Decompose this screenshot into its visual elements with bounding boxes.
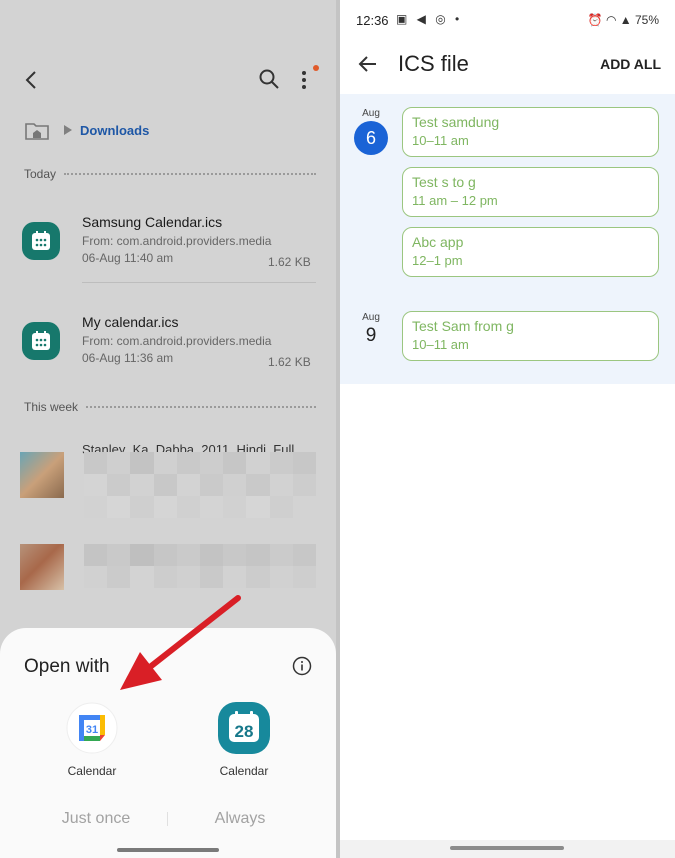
- breadcrumb-downloads[interactable]: Downloads: [80, 123, 149, 138]
- open-with-sheet: Open with 31 Calendar 28 Calendar Just o…: [0, 628, 336, 858]
- calendar-file-icon: [22, 222, 60, 260]
- event-time: 11 am – 12 pm: [412, 193, 498, 208]
- file-date: 06-Aug 11:36 am: [82, 351, 174, 365]
- file-row[interactable]: Samsung Calendar.ics From: com.android.p…: [0, 214, 336, 312]
- day-month: Aug: [362, 312, 380, 323]
- event-title: Test Sam from g: [412, 318, 514, 334]
- event-time: 12–1 pm: [412, 253, 463, 268]
- section-label: Today: [24, 167, 57, 181]
- calendar-day-number: 28: [235, 722, 254, 741]
- add-all-button[interactable]: ADD ALL: [600, 56, 661, 72]
- home-folder-icon[interactable]: [24, 119, 50, 141]
- row-divider: [82, 282, 316, 283]
- file-source: From: com.android.providers.media: [82, 334, 272, 348]
- just-once-button[interactable]: Just once: [26, 810, 166, 828]
- event-title: Test s to g: [412, 174, 476, 190]
- gesture-nav-bar[interactable]: [450, 846, 564, 850]
- search-icon[interactable]: [258, 68, 280, 90]
- screen: Downloads Today Samsung Calendar.ics Fro…: [0, 0, 675, 858]
- section-today: Today: [24, 166, 316, 182]
- samsung-calendar-icon: 28: [218, 702, 270, 754]
- event-card[interactable]: Test samdung 10–11 am: [402, 107, 659, 157]
- event-card[interactable]: Test s to g 11 am – 12 pm: [402, 167, 659, 217]
- file-name: My calendar.ics: [82, 314, 179, 330]
- event-card[interactable]: Test Sam from g 10–11 am: [402, 311, 659, 361]
- section-this-week: This week: [24, 399, 316, 415]
- file-date: 06-Aug 11:40 am: [82, 251, 174, 265]
- action-separator: [167, 812, 168, 826]
- open-with-samsung-calendar[interactable]: 28 Calendar: [194, 702, 294, 784]
- breadcrumb: Downloads: [24, 116, 149, 144]
- top-bar: [0, 0, 336, 110]
- status-bar: 12:36 ▣ ◀ ◎ • ⏰ ◠ ▲ 75%: [340, 0, 675, 40]
- gesture-nav-bar[interactable]: [117, 848, 219, 852]
- sheet-actions: Just once Always: [0, 810, 336, 830]
- file-size: 1.62 KB: [268, 355, 311, 369]
- blurred-details: [84, 452, 316, 518]
- calendar-day-number: 31: [86, 724, 98, 736]
- notification-dot: [313, 65, 319, 71]
- section-label: This week: [24, 400, 79, 414]
- google-calendar-icon: 31: [66, 702, 118, 754]
- file-size: 1.62 KB: [268, 255, 311, 269]
- calendar-file-icon: [22, 322, 60, 360]
- day-number: 9: [365, 325, 377, 346]
- status-time: 12:36: [356, 13, 389, 28]
- back-arrow-icon[interactable]: [358, 54, 378, 74]
- day-header: Aug 6: [352, 108, 390, 155]
- section-divider: [64, 173, 316, 175]
- info-icon[interactable]: [292, 656, 312, 676]
- page-title: ICS file: [398, 51, 469, 76]
- event-title: Abc app: [412, 234, 464, 250]
- day-month: Aug: [362, 108, 380, 119]
- app-label: Calendar: [67, 764, 117, 778]
- always-button[interactable]: Always: [170, 810, 310, 828]
- section-divider: [86, 406, 316, 408]
- event-card[interactable]: Abc app 12–1 pm: [402, 227, 659, 277]
- app-bar: ICS file ADD ALL: [340, 40, 675, 92]
- status-system-icons: ⏰ ◠ ▲ 75%: [587, 13, 659, 27]
- sheet-title: Open with: [24, 656, 110, 677]
- status-notification-icons: ▣ ◀ ◎ •: [396, 12, 463, 26]
- day-header: Aug 9: [352, 312, 390, 347]
- blurred-details: [84, 544, 316, 588]
- more-options-icon[interactable]: [298, 68, 310, 92]
- file-manager-pane: Downloads Today Samsung Calendar.ics Fro…: [0, 0, 336, 858]
- breadcrumb-separator-icon: [64, 125, 72, 135]
- event-time: 10–11 am: [412, 133, 469, 148]
- event-list: Aug 6 Test samdung 10–11 am Test s to g …: [340, 94, 675, 384]
- image-thumbnail: [20, 544, 64, 590]
- file-source: From: com.android.providers.media: [82, 234, 272, 248]
- open-with-google-calendar[interactable]: 31 Calendar: [42, 702, 142, 784]
- day-number-today: 6: [354, 121, 388, 155]
- file-row[interactable]: [0, 544, 336, 624]
- app-label: Calendar: [219, 764, 269, 778]
- file-name: Samsung Calendar.ics: [82, 214, 223, 230]
- ics-import-pane: 12:36 ▣ ◀ ◎ • ⏰ ◠ ▲ 75% ICS file ADD ALL…: [340, 0, 675, 858]
- file-row[interactable]: Stanley_Ka_Dabba_2011_Hindi_Full...: [0, 442, 336, 532]
- back-arrow-icon[interactable]: [20, 68, 44, 92]
- event-title: Test samdung: [412, 114, 500, 130]
- video-thumbnail: [20, 452, 64, 498]
- event-time: 10–11 am: [412, 337, 469, 352]
